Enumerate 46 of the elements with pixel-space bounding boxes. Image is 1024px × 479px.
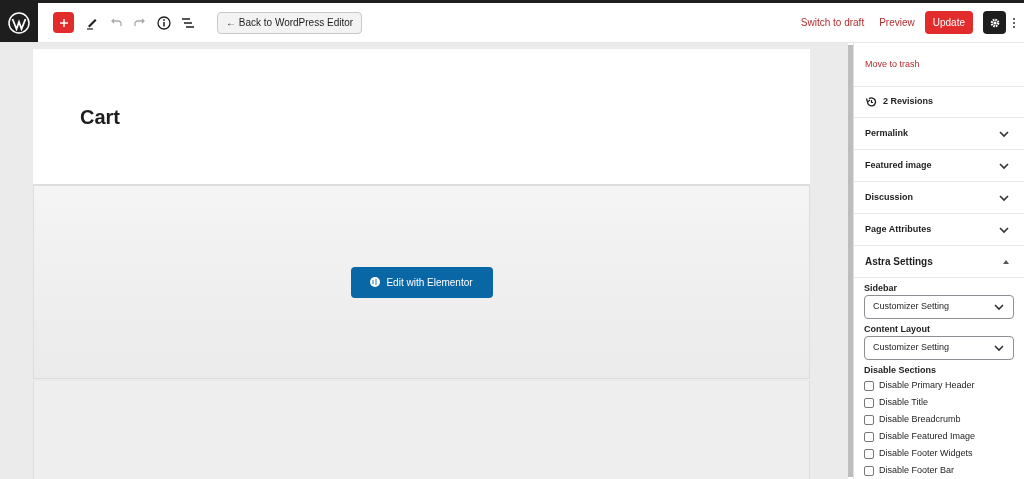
checkbox[interactable] bbox=[864, 465, 874, 476]
checkbox-label: Disable Footer Widgets bbox=[879, 446, 973, 460]
settings-button[interactable] bbox=[983, 11, 1006, 34]
history-icon bbox=[865, 96, 877, 108]
move-to-trash-link[interactable]: Move to trash bbox=[865, 57, 920, 72]
checkbox-label: Disable Footer Bar bbox=[879, 463, 955, 477]
panel-header[interactable]: Featured image bbox=[854, 150, 1024, 182]
info-icon[interactable] bbox=[157, 15, 171, 30]
scrollbar[interactable] bbox=[848, 45, 853, 477]
chevron-down-icon bbox=[993, 342, 1005, 354]
field-label: Sidebar bbox=[864, 282, 898, 295]
undo-icon[interactable] bbox=[109, 16, 123, 29]
select-field[interactable]: Customizer Setting bbox=[864, 336, 1014, 360]
checkbox[interactable] bbox=[864, 431, 874, 442]
panel-header[interactable]: Discussion bbox=[854, 182, 1024, 214]
field-label: Content Layout bbox=[864, 323, 931, 336]
caret-up-icon bbox=[1002, 258, 1010, 265]
wordpress-logo-icon[interactable] bbox=[0, 3, 38, 42]
preview-link[interactable]: Preview bbox=[879, 15, 915, 30]
settings-icon bbox=[988, 16, 1001, 29]
switch-to-draft-link[interactable]: Switch to draft bbox=[800, 15, 865, 30]
plus-icon bbox=[58, 17, 69, 28]
elementor-icon bbox=[370, 277, 381, 287]
update-button[interactable]: Update bbox=[924, 11, 973, 34]
panel-header[interactable]: Astra Settings bbox=[854, 246, 1024, 278]
select-field[interactable]: Customizer Setting bbox=[864, 295, 1014, 319]
panel-header[interactable]: Permalink bbox=[854, 118, 1024, 150]
edit-with-elementor-button[interactable]: Edit with Elementor bbox=[350, 266, 493, 298]
add-block-button[interactable] bbox=[53, 12, 74, 33]
checkbox-label: Disable Featured Image bbox=[879, 429, 976, 443]
checkbox[interactable] bbox=[864, 414, 874, 425]
more-options-icon[interactable] bbox=[1012, 16, 1016, 29]
chevron-down-icon bbox=[993, 301, 1005, 313]
checkbox[interactable] bbox=[864, 380, 874, 391]
list-view-icon[interactable] bbox=[181, 16, 195, 29]
back-to-editor-button[interactable]: ← Back to WordPress Editor bbox=[217, 11, 363, 34]
panel-header[interactable]: Page Attributes bbox=[854, 214, 1024, 246]
checkbox-label: Disable Primary Header bbox=[879, 378, 975, 392]
redo-icon[interactable] bbox=[133, 16, 147, 29]
checkbox-label: Disable Breadcrumb bbox=[879, 412, 961, 426]
page-title: Cart bbox=[80, 104, 120, 130]
disable-sections-label: Disable Sections bbox=[864, 364, 938, 377]
revisions-link[interactable]: 2 Revisions bbox=[883, 95, 934, 109]
checkbox-label: Disable Title bbox=[879, 395, 929, 409]
checkbox[interactable] bbox=[864, 448, 874, 459]
checkbox[interactable] bbox=[864, 397, 874, 408]
